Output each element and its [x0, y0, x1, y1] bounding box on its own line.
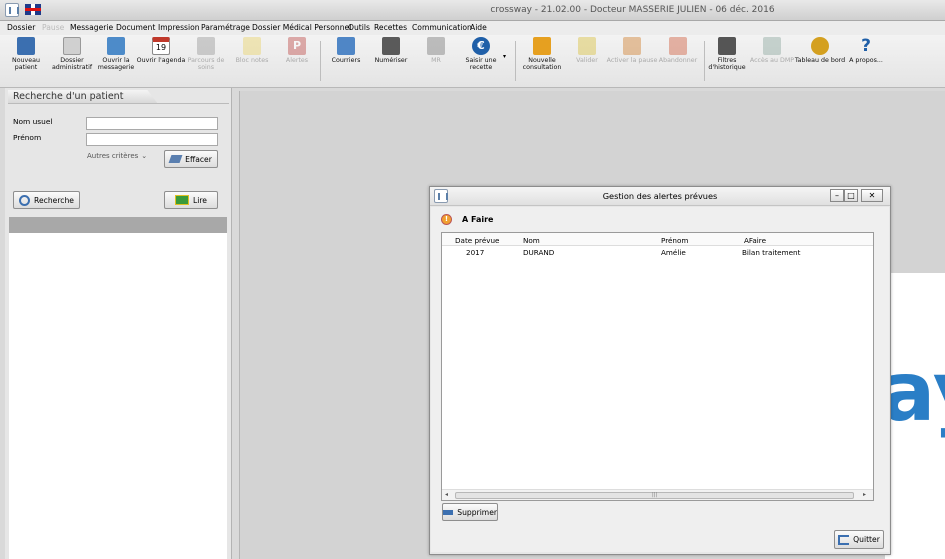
first-name-input[interactable]: [86, 133, 218, 146]
table-header: Date prévue Nom Prénom AFaire: [442, 233, 873, 246]
search-panel-title: Recherche d'un patient: [8, 90, 158, 104]
maximize-icon[interactable]: □: [844, 189, 858, 202]
dashboard-icon: [811, 37, 829, 55]
read-card-button-label: Lire: [193, 195, 207, 205]
more-criteria-link[interactable]: Autres critères ⌄: [87, 152, 147, 160]
abandon-button[interactable]: Abandonner: [652, 37, 704, 64]
dialog-title: Gestion des alertes prévues: [602, 191, 718, 201]
activate-pause-button[interactable]: Activer la pause: [606, 37, 658, 64]
cell-afaire: Bilan traitement: [742, 248, 801, 257]
clear-button[interactable]: Effacer: [164, 150, 218, 168]
menu-impression[interactable]: Impression: [158, 23, 200, 32]
search-button[interactable]: Recherche: [13, 191, 80, 209]
menu-communication[interactable]: Communication: [412, 23, 472, 32]
search-results-list[interactable]: [9, 217, 227, 559]
last-name-label: Nom usuel: [13, 117, 53, 126]
close-icon[interactable]: ✕: [861, 189, 883, 202]
cell-nom: DURAND: [523, 248, 555, 257]
warning-icon: !: [441, 214, 452, 225]
delete-button-label: Supprimer: [457, 507, 497, 517]
window-titlebar: crossway - 21.02.00 - Docteur MASSERIE J…: [0, 0, 945, 21]
cell-date: 2017: [466, 248, 485, 257]
section-title: A Faire: [462, 215, 494, 224]
mr-icon: [427, 37, 445, 55]
dmp-icon: [763, 37, 781, 55]
column-prenom[interactable]: Prénom: [661, 236, 688, 245]
menu-bar: Dossier Pause Messagerie Document Impres…: [0, 21, 945, 35]
menu-aide[interactable]: Aide: [470, 23, 487, 32]
new-patient-icon: [17, 37, 35, 55]
menu-pause[interactable]: Pause: [42, 23, 64, 32]
scroll-left-icon[interactable]: ◂: [445, 491, 448, 498]
dashboard-button[interactable]: Tableau de bord: [794, 37, 846, 64]
alert-icon: P: [288, 37, 306, 55]
calendar-icon: 19: [152, 37, 170, 55]
admin-file-icon: [63, 37, 81, 55]
pause-icon: [623, 37, 641, 55]
more-criteria-label: Autres critères: [87, 152, 139, 160]
minimize-icon[interactable]: –: [830, 189, 844, 202]
toolbar: Nouveau patient Dossier administratif Ou…: [0, 35, 945, 88]
menu-dmp[interactable]: Dossier Médical Personnel: [252, 23, 351, 32]
scrollbar-thumb[interactable]: |||: [455, 492, 854, 499]
table-row[interactable]: 2017 DURAND Amélie Bilan traitement: [442, 246, 873, 258]
enter-receipt-button[interactable]: € Saisir une recette: [455, 37, 507, 71]
delete-icon: [443, 509, 454, 515]
menu-document[interactable]: Document: [116, 23, 155, 32]
cell-prenom: Amélie: [661, 248, 686, 257]
exit-icon: [838, 534, 850, 545]
validate-icon: [578, 37, 596, 55]
menu-dossier[interactable]: Dossier: [7, 23, 35, 32]
last-name-input[interactable]: [86, 117, 218, 130]
dmp-access-button[interactable]: Accès au DMP: [746, 37, 798, 64]
patient-search-panel: Recherche d'un patient Nom usuel Prénom …: [5, 88, 232, 559]
alerts-dialog: Gestion des alertes prévues – □ ✕ ! A Fa…: [429, 186, 891, 555]
magnifier-icon: [19, 194, 31, 206]
scroll-right-icon[interactable]: ▸: [863, 491, 866, 498]
mail-icon: [107, 37, 125, 55]
eraser-icon: [168, 155, 183, 163]
divider: [8, 103, 229, 104]
window-title: crossway - 21.02.00 - Docteur MASSERIE J…: [490, 5, 775, 15]
help-icon: ?: [861, 36, 871, 56]
dialog-body: ! A Faire Date prévue Nom Prénom AFaire …: [431, 207, 889, 552]
new-consultation-icon: [533, 37, 551, 55]
column-afaire[interactable]: AFaire: [744, 236, 766, 245]
chevron-down-icon[interactable]: ▾: [503, 53, 506, 60]
clear-button-label: Effacer: [185, 154, 212, 164]
double-chevron-down-icon: ⌄: [141, 152, 148, 160]
about-button[interactable]: ? A propos...: [840, 37, 892, 64]
card-icon: [175, 195, 190, 205]
quit-button-label: Quitter: [853, 535, 880, 544]
dialog-titlebar: Gestion des alertes prévues – □ ✕: [430, 187, 890, 206]
care-path-button[interactable]: Parcours de soins: [180, 37, 232, 71]
abandon-icon: [669, 37, 687, 55]
new-patient-button[interactable]: Nouveau patient: [0, 37, 52, 71]
euro-icon: €: [472, 37, 490, 55]
filter-icon: [718, 37, 736, 55]
horizontal-scrollbar[interactable]: ◂ ||| ▸: [442, 489, 873, 500]
menu-recettes[interactable]: Recettes: [374, 23, 407, 32]
letters-icon: [337, 37, 355, 55]
menu-parametrage[interactable]: Paramétrage: [201, 23, 250, 32]
quit-button[interactable]: Quitter: [834, 530, 884, 549]
scanner-icon: [382, 37, 400, 55]
alerts-button[interactable]: P Alertes: [271, 37, 323, 64]
menu-outils[interactable]: Outils: [348, 23, 370, 32]
delete-button[interactable]: Supprimer: [442, 503, 498, 521]
column-date[interactable]: Date prévue: [455, 236, 499, 245]
menu-messagerie[interactable]: Messagerie: [70, 23, 113, 32]
search-button-label: Recherche: [34, 195, 74, 205]
care-path-icon: [197, 37, 215, 55]
read-card-button[interactable]: Lire: [164, 191, 218, 209]
notepad-icon: [243, 37, 261, 55]
first-name-label: Prénom: [13, 133, 42, 142]
alerts-table: Date prévue Nom Prénom AFaire 2017 DURAN…: [441, 232, 874, 501]
column-nom[interactable]: Nom: [523, 236, 540, 245]
